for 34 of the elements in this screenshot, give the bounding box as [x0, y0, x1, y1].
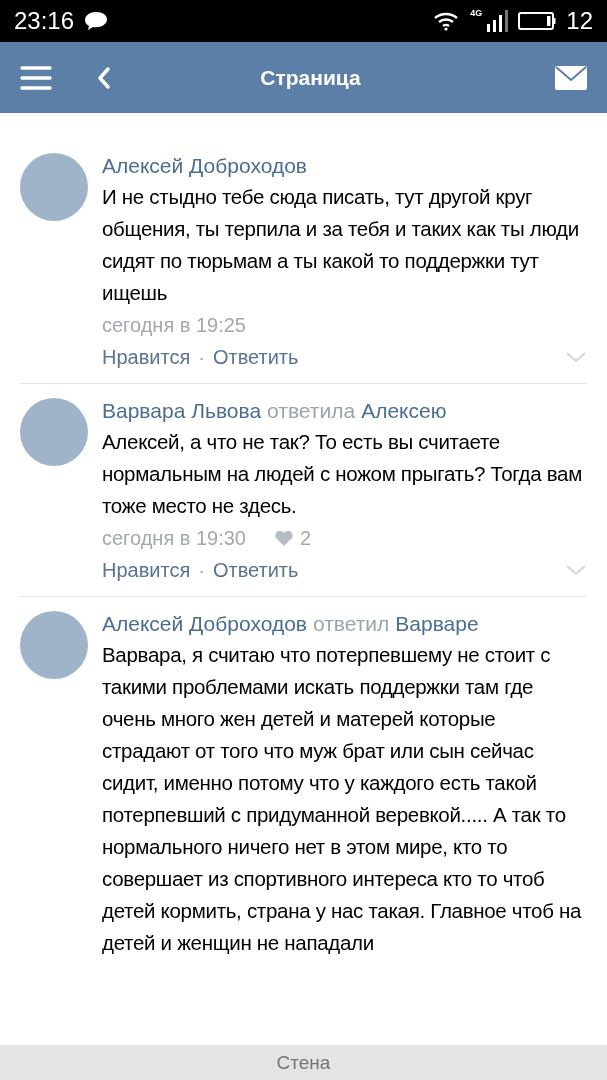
reply-to-link[interactable]: Алексею: [361, 396, 447, 426]
reply-link[interactable]: Ответить: [212, 341, 299, 373]
reply-to-link[interactable]: Варваре: [395, 609, 479, 639]
back-icon[interactable]: [96, 65, 112, 90]
menu-icon[interactable]: [20, 64, 52, 91]
comment-text: Алексей, а что не так? То есть вы считаете нормальным на людей с ножом прыгать? Тогда вам тоже место не здесь.: [102, 429, 583, 519]
separator-dot: ·: [198, 345, 205, 370]
chevron-down-icon[interactable]: [565, 564, 587, 576]
author-link[interactable]: Варвара Львова: [102, 396, 262, 426]
reply-verb: ответил: [312, 611, 390, 637]
comment-text: И не стыдно тебе сюда писать, тут другой круг общения, ты терпила и за тебя и таких как ты люди сидят по тюрьмам а ты какой то поддержки тут ищешь: [102, 184, 580, 306]
reply-verb: ответила: [267, 398, 356, 424]
signal-icon: [486, 10, 509, 32]
like-link[interactable]: Нравится: [102, 554, 191, 586]
bottom-bar[interactable]: Стена: [0, 1045, 607, 1080]
heart-icon: [274, 529, 294, 547]
author-link[interactable]: Алексей Доброходов: [102, 609, 307, 639]
chevron-down-icon[interactable]: [565, 351, 587, 363]
wall-label[interactable]: Стена: [276, 1051, 331, 1074]
comment-text: Варвара, я считаю что потерпевшему не стоит с такими проблемами искать поддержки там где очень много жен детей и матерей которые страдают от того что муж брат или сын сейчас сидит, именно потому что у каждого есть такой потерпевший с придуманной веревкой..... А так то нормального ничего нет в этом мире, кто то совершает из спортивного интереса кто то чтоб детей кормить, страна у нас такая. Главное чтоб на детей и женщин не нападали: [102, 642, 583, 956]
status-time: 23:16: [14, 7, 75, 35]
like-link[interactable]: Нравится: [102, 341, 191, 373]
comment-time: сегодня в 19:25: [102, 313, 246, 338]
separator-dot: ·: [198, 558, 205, 583]
reply-link[interactable]: Ответить: [212, 554, 299, 586]
comment-time: сегодня в 19:30: [102, 526, 246, 551]
chat-icon: [84, 11, 109, 31]
battery-level: 12: [566, 7, 593, 35]
network-label: 4G: [470, 8, 483, 18]
author-link[interactable]: Алексей Доброходов: [102, 151, 307, 181]
page-title: Страница: [259, 65, 362, 90]
battery-icon: [518, 11, 557, 31]
like-count: 2: [300, 526, 312, 551]
envelope-icon[interactable]: [555, 65, 587, 90]
